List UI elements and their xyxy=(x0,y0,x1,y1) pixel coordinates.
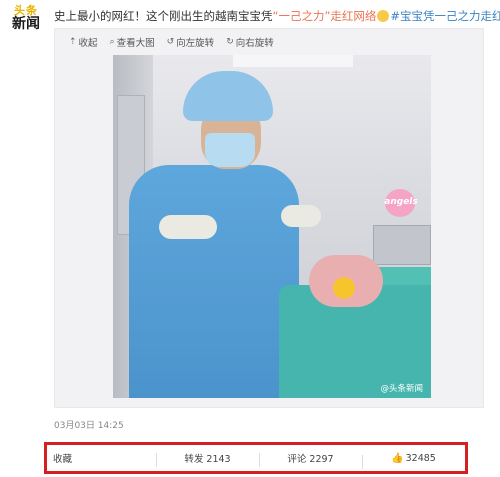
favorite-button[interactable]: 收藏 xyxy=(47,451,156,465)
emoji-sticker-icon xyxy=(333,277,355,299)
photo-doctor-gown xyxy=(129,165,299,398)
like-count: 32485 xyxy=(405,452,436,464)
view-large-label: 查看大图 xyxy=(116,38,155,49)
action-bar: 收藏 转发 2143 评论 2297 👍 32485 xyxy=(44,442,468,474)
media-panel: ⇡ 收起 ⌕ 查看大图 ↺ 向左旋转 ↻ 向右旋转 angels @头条新闻 xyxy=(54,28,484,408)
comment-button[interactable]: 评论 2297 xyxy=(259,451,362,467)
topic-tag-link[interactable]: #宝宝凭一己之力走红# xyxy=(390,9,500,23)
favorite-label: 收藏 xyxy=(53,454,73,465)
photo-glove-left xyxy=(159,215,217,239)
photo-cart xyxy=(373,225,431,265)
rotate-left-label: 向左旋转 xyxy=(176,38,215,49)
post-text-main: 史上最小的网红！这个刚出生的越南宝宝凭 xyxy=(54,9,273,23)
collapse-icon: ⇡ xyxy=(69,37,77,47)
photo-ceiling-light xyxy=(233,55,353,67)
post-card: 头条 新闻 史上最小的网红！这个刚出生的越南宝宝凭“一己之力”走红网络 #宝宝凭一… xyxy=(0,0,500,477)
zoom-icon: ⌕ xyxy=(109,37,115,47)
repost-button[interactable]: 转发 2143 xyxy=(156,451,259,467)
thumbs-up-icon: 👍 xyxy=(391,452,404,464)
rotate-left-button[interactable]: ↺ 向左旋转 xyxy=(167,35,215,49)
rotate-right-label: 向右旋转 xyxy=(235,38,274,49)
like-button[interactable]: 👍 32485 xyxy=(362,452,465,469)
photo-doctor-mask xyxy=(205,133,255,167)
sticker-text: angels xyxy=(384,197,418,207)
rotate-left-icon: ↺ xyxy=(166,37,175,47)
logo-line-2: 新闻 xyxy=(12,16,40,32)
view-large-button[interactable]: ⌕ 查看大图 xyxy=(110,35,155,49)
photo-glove-right xyxy=(281,205,321,227)
post-timestamp[interactable]: 03月03日 14:25 xyxy=(54,418,124,431)
repost-label: 转发 2143 xyxy=(184,454,231,465)
post-text: 史上最小的网红！这个刚出生的越南宝宝凭“一己之力”走红网络 #宝宝凭一己之力走红# xyxy=(54,8,500,24)
source-avatar[interactable]: 头条 新闻 xyxy=(12,2,46,34)
photo-watermark: @头条新闻 xyxy=(380,384,423,394)
rotate-right-icon: ↻ xyxy=(226,37,234,47)
rotate-right-button[interactable]: ↻ 向右旋转 xyxy=(226,35,274,49)
post-text-highlight: “一己之力”走红网络 xyxy=(272,9,377,23)
weibo-post-page: 头条 新闻 史上最小的网红！这个刚出生的越南宝宝凭“一己之力”走红网络 #宝宝凭一… xyxy=(0,0,500,477)
collapse-button[interactable]: ⇡ 收起 xyxy=(69,35,98,49)
post-photo[interactable]: angels @头条新闻 xyxy=(113,55,431,398)
angels-sticker: angels xyxy=(375,185,423,223)
comment-label: 评论 2297 xyxy=(287,454,334,465)
photo-doctor-cap xyxy=(183,71,273,121)
collapse-label: 收起 xyxy=(78,38,98,49)
action-bar-row: 收藏 转发 2143 评论 2297 👍 32485 xyxy=(47,445,465,471)
laugh-emoji-icon xyxy=(377,10,390,22)
media-toolbar: ⇡ 收起 ⌕ 查看大图 ↺ 向左旋转 ↻ 向右旋转 xyxy=(69,35,274,49)
